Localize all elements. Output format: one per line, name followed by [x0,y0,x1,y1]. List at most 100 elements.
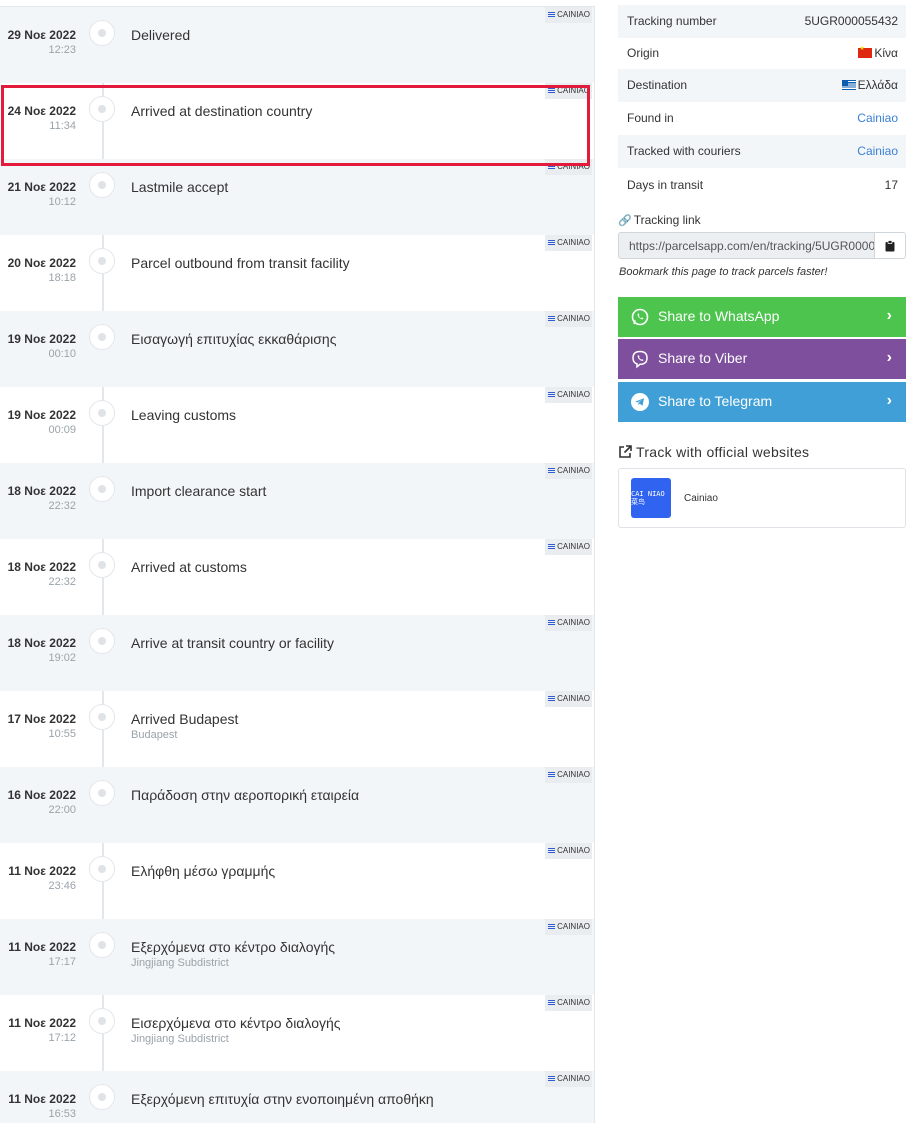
event-status: Delivered [131,27,191,43]
timeline-event: 17 Νοε 2022 10:55 Arrived Budapest Budapest… [0,691,594,767]
info-row-tracked-with: Tracked with couriers Cainiao [618,135,906,168]
clipboard-icon [885,239,895,251]
share-viber-button[interactable]: Share to Viber › [618,339,906,379]
tracked-with-link[interactable]: Cainiao [857,144,898,158]
timeline-dot-icon [89,628,115,654]
cainiao-mark-icon [548,619,556,626]
timeline-event: 24 Νοε 2022 11:34 Arrived at destination c… [0,83,594,159]
carrier-badge: CAINIAO [545,919,592,935]
origin-value: Κίνα [874,46,898,60]
telegram-icon [631,393,649,411]
chevron-right-icon: › [886,392,892,409]
event-date: 24 Νοε 2022 [7,104,76,118]
event-status: Lastmile accept [131,179,229,195]
carrier-badge-label: CAINIAO [557,922,590,931]
timeline-dot-icon [89,20,115,46]
cainiao-mark-icon [548,923,556,930]
event-date: 16 Νοε 2022 [7,788,76,802]
timeline-dot-icon [89,96,115,122]
carrier-badge-label: CAINIAO [557,314,590,323]
info-row-found-in: Found in Cainiao [618,102,906,135]
chevron-right-icon: › [886,349,892,366]
carrier-badge: CAINIAO [545,463,592,479]
carrier-badge-label: CAINIAO [557,1074,590,1083]
tracking-link-heading: 🔗 Tracking link [618,213,701,227]
event-status: Parcel outbound from transit facility [131,255,350,271]
cainiao-mark-icon [548,87,556,94]
timeline-event: 18 Νοε 2022 22:32 Import clearance start CA… [0,463,594,539]
info-row-origin: Origin Κίνα [618,37,906,70]
copy-link-button[interactable] [874,233,905,258]
tracking-number-label: Tracking number [627,14,717,28]
timeline-event: 18 Νοε 2022 19:02 Arrive at transit countr… [0,615,594,691]
event-status: Arrived at customs [131,559,247,575]
carrier-badge-label: CAINIAO [557,238,590,247]
event-date: 29 Νοε 2022 [7,28,76,42]
cainiao-logo: CAI NIAO 菜鸟 [631,478,671,518]
event-status: Import clearance start [131,483,267,499]
found-in-link[interactable]: Cainiao [857,111,898,125]
timeline-dot-icon [89,1008,115,1034]
cainiao-mark-icon [548,163,556,170]
cainiao-mark-icon [548,11,556,18]
tracking-link-input[interactable] [619,233,874,258]
share-whatsapp-button[interactable]: Share to WhatsApp › [618,297,906,337]
cainiao-mark-icon [548,847,556,854]
timeline-event: 18 Νοε 2022 22:32 Arrived at customs CAINIA… [0,539,594,615]
days-in-transit-value: 17 [884,178,898,192]
timeline-event: 19 Νοε 2022 00:09 Leaving customs CAINIAO [0,387,594,463]
carrier-badge: CAINIAO [545,691,592,707]
days-in-transit-label: Days in transit [627,178,704,192]
greece-flag-icon [841,80,856,90]
share-viber-label: Share to Viber [658,350,748,366]
carrier-badge-label: CAINIAO [557,770,590,779]
event-time: 10:55 [48,728,76,740]
cainiao-mark-icon [548,391,556,398]
cainiao-mark-icon [548,695,556,702]
info-row-days-in-transit: Days in transit 17 [618,169,906,202]
event-status: Arrive at transit country or facility [131,635,335,651]
carrier-badge: CAINIAO [545,1071,592,1087]
timeline-dot-icon [89,932,115,958]
link-icon: 🔗 [618,215,632,227]
event-status: Εισαγωγή επιτυχίας εκκαθάρισης [131,331,337,347]
timeline-dot-icon [89,172,115,198]
cainiao-mark-icon [548,239,556,246]
cainiao-logo-text: CAI NIAO 菜鸟 [631,490,665,506]
event-date: 11 Νοε 2022 [8,1016,76,1030]
cainiao-mark-icon [548,315,556,322]
timeline-event: 11 Νοε 2022 23:46 Ελήφθη μέσω γραμμής CAINI… [0,843,594,919]
courier-card-cainiao[interactable]: CAI NIAO 菜鸟 Cainiao [618,468,906,528]
timeline-event: 11 Νοε 2022 16:53 Εξερχόμενη επιτυχία στην… [0,1071,594,1123]
carrier-badge: CAINIAO [545,767,592,783]
share-telegram-button[interactable]: Share to Telegram › [618,382,906,422]
carrier-badge: CAINIAO [545,83,592,99]
event-status: Παράδοση στην αεροπορική εταιρεία [131,787,360,803]
bookmark-hint: Bookmark this page to track parcels fast… [619,266,828,278]
china-flag-icon [858,45,873,58]
carrier-badge-label: CAINIAO [557,542,590,551]
carrier-badge-label: CAINIAO [557,86,590,95]
event-location: Jingjiang Subdistrict [131,1033,229,1045]
timeline-dot-icon [89,780,115,806]
event-time: 17:17 [48,956,76,968]
official-websites-title: Track with official websites [636,444,810,460]
carrier-badge: CAINIAO [545,387,592,403]
carrier-badge: CAINIAO [545,539,592,555]
destination-value-wrap: Ελλάδα [841,78,898,92]
event-date: 19 Νοε 2022 [7,332,76,346]
timeline-event: 29 Νοε 2022 12:23 Delivered CAINIAO [0,7,594,83]
tracking-number-value[interactable]: 5UGR000055432 [805,14,898,28]
tracking-timeline: 29 Νοε 2022 12:23 Delivered CAINIAO 24 Νοε 2… [0,6,595,1123]
info-row-destination: Destination Ελλάδα [618,69,906,102]
event-status: Εξερχόμενα στο κέντρο διαλογής [131,939,336,955]
event-date: 21 Νοε 2022 [7,180,76,194]
tracking-link-box [618,232,906,259]
official-websites-heading: Track with official websites [618,444,809,460]
share-whatsapp-label: Share to WhatsApp [658,308,780,324]
event-date: 18 Νοε 2022 [7,636,76,650]
cainiao-mark-icon [548,1075,556,1082]
event-date: 20 Νοε 2022 [7,256,76,270]
event-time: 22:32 [48,500,76,512]
event-status: Ελήφθη μέσω γραμμής [131,863,276,879]
